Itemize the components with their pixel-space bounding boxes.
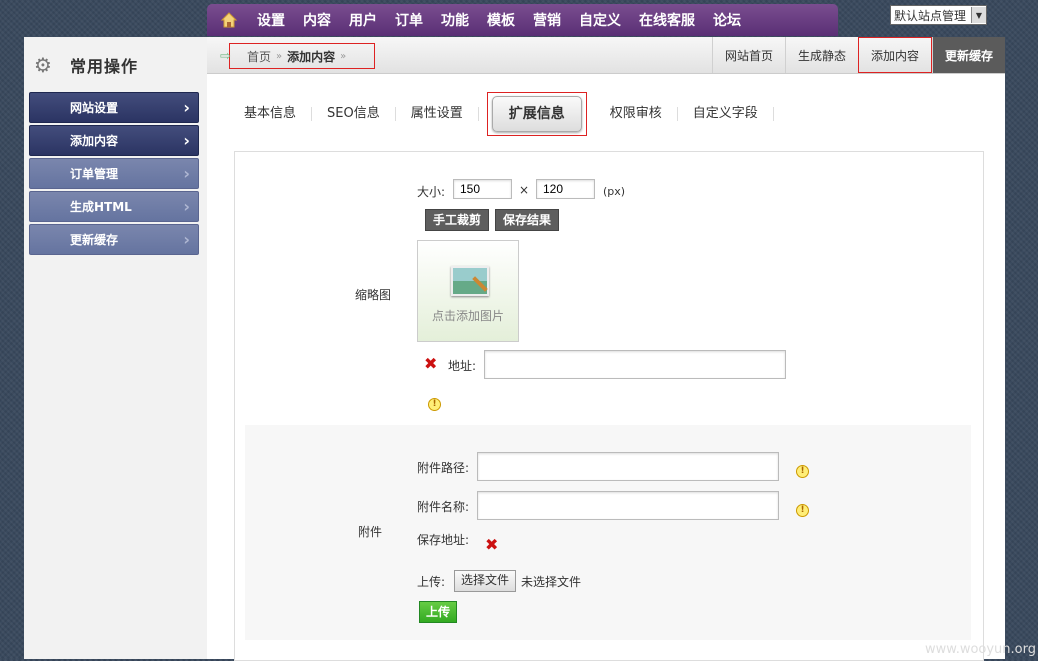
save-result-button[interactable]: 保存结果 [495, 209, 560, 231]
attachment-label: 附件 [358, 525, 383, 539]
tab-extended-info[interactable]: 扩展信息 [491, 96, 582, 132]
site-select-value: 默认站点管理 [894, 8, 967, 23]
chevron-right-icon: › [183, 131, 190, 150]
tab-extended-info-wrapper: 扩展信息 [486, 92, 587, 136]
sidebar: ⚙ 常用操作 网站设置 › 添加内容 › 订单管理 › 生成HTML › 更新缓… [24, 37, 207, 659]
home-icon[interactable] [220, 12, 238, 28]
sidebar-item-label: 添加内容 [70, 134, 119, 148]
watermark: www.wooyun.org [924, 642, 1036, 657]
attachment-name-label: 附件名称: [417, 500, 470, 514]
sidebar-item-update-cache[interactable]: 更新缓存 › [29, 224, 199, 255]
chevron-right-icon: › [183, 98, 190, 117]
sidebar-item-label: 生成HTML [70, 200, 132, 214]
content-box: 缩略图 大小: × (px) 手工裁剪 保存结果 点击添加图片 ✖ 地址: ! … [234, 151, 984, 661]
site-home-button[interactable]: 网站首页 [711, 37, 785, 73]
sidebar-item-label: 网站设置 [70, 101, 119, 115]
attachment-section: 附件 附件路径: ! 附件名称: ! 保存地址: ✖ 上传: 选择文件 未选择文… [245, 425, 971, 640]
nav-item-settings[interactable]: 设置 [257, 10, 285, 30]
chevron-right-icon: › [183, 164, 190, 183]
warning-icon: ! [428, 398, 441, 411]
tab-bar: 基本信息 SEO信息 属性设置 扩展信息 权限审核 自定义字段 [229, 89, 774, 139]
add-image-area[interactable]: 点击添加图片 [417, 240, 519, 342]
warning-icon: ! [796, 504, 809, 517]
site-select[interactable]: 默认站点管理 ▼ [890, 5, 987, 25]
update-cache-button[interactable]: 更新缓存 [931, 37, 1005, 73]
sidebar-title: 常用操作 [70, 57, 139, 76]
thumbnail-height-input[interactable] [536, 179, 595, 199]
add-content-button[interactable]: 添加内容 [857, 37, 932, 73]
breadcrumb-home[interactable]: 首页 [247, 48, 271, 65]
save-address-label: 保存地址: [417, 533, 470, 547]
breadcrumb-current: 添加内容 [287, 49, 336, 64]
choose-file-button[interactable]: 选择文件 [454, 570, 517, 592]
sidebar-item-add-content[interactable]: 添加内容 › [29, 125, 199, 156]
chevron-down-icon[interactable]: ▼ [971, 7, 986, 23]
sidebar-item-label: 更新缓存 [70, 233, 119, 247]
tab-custom-fields[interactable]: 自定义字段 [678, 107, 774, 121]
no-file-label: 未选择文件 [521, 575, 582, 589]
nav-item-content[interactable]: 内容 [303, 10, 331, 30]
sidebar-header: ⚙ 常用操作 [34, 53, 138, 77]
nav-item-functions[interactable]: 功能 [441, 10, 469, 30]
sidebar-item-generate-html[interactable]: 生成HTML › [29, 191, 199, 222]
nav-item-forum[interactable]: 论坛 [713, 10, 741, 30]
tab-permission-review[interactable]: 权限审核 [595, 107, 678, 121]
attachment-name-input[interactable] [477, 491, 779, 520]
top-navigation: 设置 内容 用户 订单 功能 模板 营销 自定义 在线客服 论坛 [207, 4, 838, 36]
unit-label: (px) [603, 185, 626, 198]
thumbnail-label: 缩略图 [355, 288, 392, 302]
sidebar-item-order-management[interactable]: 订单管理 › [29, 158, 199, 189]
upload-label: 上传: [417, 575, 446, 589]
chevron-right-icon: › [183, 197, 190, 216]
delete-icon[interactable]: ✖ [424, 354, 437, 373]
breadcrumb-bar: ⇨ 首页 » 添加内容 » 网站首页 生成静态 添加内容 更新缓存 [207, 37, 1005, 74]
chevron-right-icon: › [183, 230, 190, 249]
sidebar-item-site-settings[interactable]: 网站设置 › [29, 92, 199, 123]
breadcrumb: ⇨ 首页 » 添加内容 » [220, 43, 375, 69]
image-edit-icon [451, 266, 489, 296]
nav-item-online-service[interactable]: 在线客服 [639, 10, 695, 30]
sidebar-item-label: 订单管理 [70, 167, 119, 181]
tab-basic-info[interactable]: 基本信息 [229, 107, 313, 121]
times-sign: × [519, 183, 530, 197]
thumbnail-width-input[interactable] [453, 179, 512, 199]
gear-icon: ⚙ [34, 53, 52, 77]
arrow-right-icon: ⇨ [220, 48, 231, 64]
nav-item-marketing[interactable]: 营销 [533, 10, 561, 30]
size-label: 大小: [417, 185, 446, 199]
tab-attribute-settings[interactable]: 属性设置 [396, 107, 479, 121]
breadcrumb-separator-icon: » [340, 50, 347, 62]
generate-static-button[interactable]: 生成静态 [784, 37, 858, 73]
nav-item-orders[interactable]: 订单 [395, 10, 423, 30]
nav-item-custom[interactable]: 自定义 [579, 10, 621, 30]
main-panel: ⇨ 首页 » 添加内容 » 网站首页 生成静态 添加内容 更新缓存 基本信息 S… [207, 37, 1005, 661]
attachment-path-label: 附件路径: [417, 461, 470, 475]
breadcrumb-separator-icon: » [276, 50, 283, 62]
manual-crop-button[interactable]: 手工裁剪 [425, 209, 490, 231]
warning-icon: ! [796, 465, 809, 478]
delete-icon[interactable]: ✖ [485, 535, 498, 554]
add-image-caption: 点击添加图片 [431, 309, 504, 323]
nav-item-templates[interactable]: 模板 [487, 10, 515, 30]
address-label: 地址: [448, 359, 477, 373]
thumbnail-address-input[interactable] [484, 350, 786, 379]
tab-seo-info[interactable]: SEO信息 [312, 107, 396, 121]
attachment-path-input[interactable] [477, 452, 779, 481]
upload-button[interactable]: 上传 [419, 601, 458, 623]
nav-item-users[interactable]: 用户 [349, 10, 377, 30]
